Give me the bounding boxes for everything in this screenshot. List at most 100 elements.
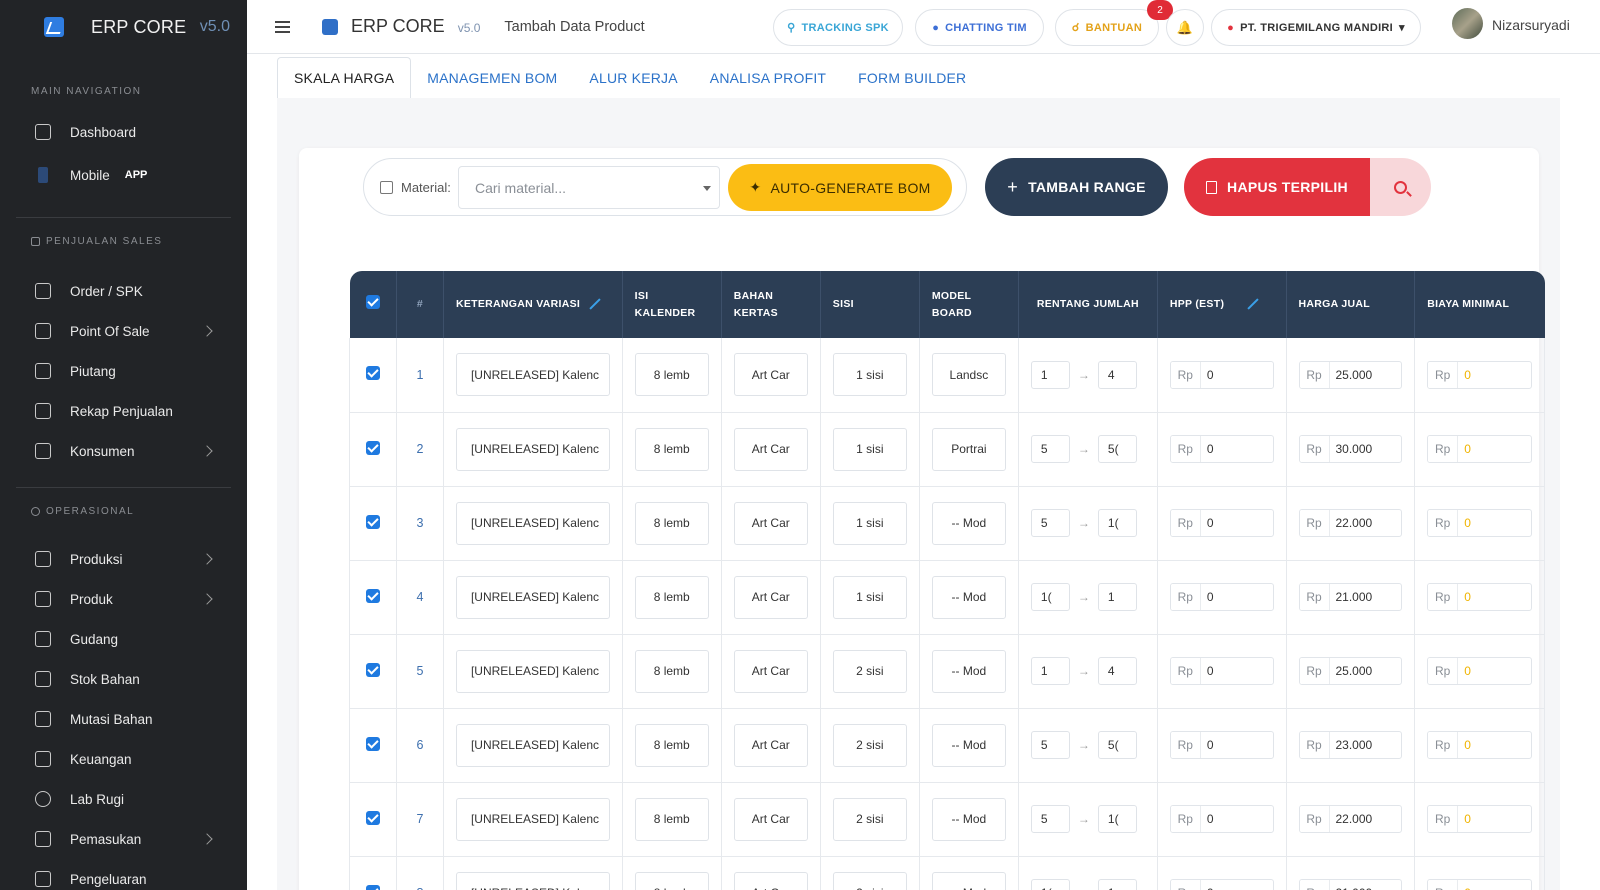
notification-button[interactable]: 🔔 — [1166, 9, 1204, 46]
harga-jual-input[interactable]: 22.000 — [1330, 510, 1402, 536]
biaya-minimal-input[interactable]: 0 — [1458, 806, 1531, 832]
sidebar-item-produksi[interactable]: Produksi — [0, 539, 247, 579]
model-board-select[interactable]: -- Mod — [931, 649, 1006, 693]
chatting-tim-button[interactable]: ● CHATTING TIM — [915, 9, 1044, 46]
harga-jual-input[interactable]: 25.000 — [1330, 362, 1402, 388]
sidebar-item-piutang[interactable]: Piutang — [0, 351, 247, 391]
avatar[interactable] — [1452, 8, 1483, 39]
sisi-select[interactable]: 1 sisi — [832, 575, 907, 619]
biaya-minimal-input[interactable]: 0 — [1458, 362, 1531, 388]
bahan-kertas-select[interactable]: Art Car — [733, 797, 808, 841]
keterangan-input[interactable]: [UNRELEASED] Kalenc — [455, 427, 610, 471]
hpp-input[interactable]: 0 — [1201, 362, 1273, 388]
row-checkbox[interactable] — [366, 662, 380, 677]
sidebar-item-gudang[interactable]: Gudang — [0, 619, 247, 659]
model-board-select[interactable]: -- Mod — [931, 797, 1006, 841]
row-checkbox[interactable] — [366, 440, 380, 455]
sidebar-item-mobile[interactable]: Mobile APP — [0, 155, 247, 195]
model-board-select[interactable]: Landsc — [931, 353, 1006, 397]
row-checkbox[interactable] — [366, 514, 380, 529]
biaya-minimal-input[interactable]: 0 — [1458, 732, 1531, 758]
tab-managemen-bom[interactable]: MANAGEMEN BOM — [411, 57, 573, 99]
bahan-kertas-select[interactable]: Art Car — [733, 501, 808, 545]
row-checkbox[interactable] — [366, 588, 380, 603]
range-from-input[interactable]: 1( — [1030, 583, 1070, 611]
harga-jual-input[interactable]: 21.000 — [1330, 584, 1402, 610]
range-from-input[interactable]: 5 — [1030, 731, 1070, 759]
range-from-input[interactable]: 1 — [1030, 657, 1070, 685]
biaya-minimal-input[interactable]: 0 — [1458, 584, 1531, 610]
harga-jual-input[interactable]: 23.000 — [1330, 732, 1402, 758]
bahan-kertas-select[interactable]: Art Car — [733, 427, 808, 471]
bahan-kertas-select[interactable]: Art Car — [733, 649, 808, 693]
hpp-input[interactable]: 0 — [1201, 732, 1273, 758]
hamburger-menu-icon[interactable] — [275, 20, 290, 33]
row-checkbox[interactable] — [366, 366, 380, 381]
row-checkbox[interactable] — [366, 810, 380, 825]
keterangan-input[interactable]: [UNRELEASED] Kalenc — [455, 871, 610, 890]
sisi-select[interactable]: 2 sisi — [832, 871, 907, 890]
hpp-input[interactable]: 0 — [1201, 658, 1273, 684]
tab-skala-harga[interactable]: SKALA HARGA — [277, 57, 412, 99]
tab-alur-kerja[interactable]: ALUR KERJA — [573, 57, 693, 99]
keterangan-input[interactable]: [UNRELEASED] Kalenc — [455, 649, 610, 693]
keterangan-input[interactable]: [UNRELEASED] Kalenc — [455, 501, 610, 545]
hpp-input[interactable]: 0 — [1201, 584, 1273, 610]
sidebar-item-produk[interactable]: Produk — [0, 579, 247, 619]
bahan-kertas-select[interactable]: Art Car — [733, 871, 808, 890]
range-from-input[interactable]: 5 — [1030, 805, 1070, 833]
hpp-input[interactable]: 0 — [1201, 510, 1273, 536]
sisi-select[interactable]: 2 sisi — [832, 797, 907, 841]
keterangan-input[interactable]: [UNRELEASED] Kalenc — [455, 353, 610, 397]
keterangan-input[interactable]: [UNRELEASED] Kalenc — [455, 797, 610, 841]
tracking-spk-button[interactable]: ⚲ TRACKING SPK — [773, 9, 903, 46]
range-from-input[interactable]: 5 — [1030, 435, 1070, 463]
material-search-select[interactable]: Cari material... — [458, 166, 720, 209]
sidebar-item-konsumen[interactable]: Konsumen — [0, 431, 247, 471]
sidebar-item-lab-rugi[interactable]: Lab Rugi — [0, 779, 247, 819]
range-to-input[interactable]: 1( — [1097, 509, 1137, 537]
isi-kalender-select[interactable]: 8 lemb — [634, 501, 709, 545]
biaya-minimal-input[interactable]: 0 — [1458, 658, 1531, 684]
isi-kalender-select[interactable]: 8 lemb — [634, 353, 709, 397]
range-to-input[interactable]: 5( — [1097, 435, 1137, 463]
range-to-input[interactable]: 1( — [1097, 805, 1137, 833]
bahan-kertas-select[interactable]: Art Car — [733, 723, 808, 767]
range-to-input[interactable]: 1 — [1097, 583, 1137, 611]
sisi-select[interactable]: 2 sisi — [832, 723, 907, 767]
row-checkbox[interactable] — [366, 736, 380, 751]
isi-kalender-select[interactable]: 8 lemb — [634, 797, 709, 841]
search-button[interactable] — [1370, 158, 1431, 216]
model-board-select[interactable]: -- Mod — [931, 501, 1006, 545]
range-from-input[interactable]: 1( — [1030, 879, 1070, 890]
biaya-minimal-input[interactable]: 0 — [1458, 436, 1531, 462]
tab-form-builder[interactable]: FORM BUILDER — [842, 57, 982, 99]
sidebar-item-dashboard[interactable]: Dashboard — [0, 112, 247, 152]
hpp-input[interactable]: 0 — [1201, 806, 1273, 832]
range-to-input[interactable]: 4 — [1097, 360, 1137, 389]
sidebar-brand[interactable]: ERP CORE v5.0 — [0, 0, 247, 54]
row-checkbox[interactable] — [366, 884, 380, 890]
keterangan-input[interactable]: [UNRELEASED] Kalenc — [455, 723, 610, 767]
sisi-select[interactable]: 1 sisi — [832, 353, 907, 397]
harga-jual-input[interactable]: 25.000 — [1330, 658, 1402, 684]
range-from-input[interactable]: 5 — [1030, 509, 1070, 537]
company-selector[interactable]: ● PT. TRIGEMILANG MANDIRI ▾ — [1211, 9, 1421, 46]
range-to-input[interactable]: 1 — [1097, 879, 1137, 890]
biaya-minimal-input[interactable]: 0 — [1458, 880, 1531, 890]
bahan-kertas-select[interactable]: Art Car — [733, 353, 808, 397]
bahan-kertas-select[interactable]: Art Car — [733, 575, 808, 619]
biaya-minimal-input[interactable]: 0 — [1458, 510, 1531, 536]
delete-selected-button[interactable]: HAPUS TERPILIH — [1184, 158, 1370, 216]
bantuan-button[interactable]: ☌ BANTUAN — [1055, 9, 1159, 46]
harga-jual-input[interactable]: 22.000 — [1330, 806, 1402, 832]
sidebar-item-stok-bahan[interactable]: Stok Bahan — [0, 659, 247, 699]
select-all-checkbox[interactable] — [365, 294, 380, 309]
select-all-header[interactable] — [349, 271, 397, 338]
isi-kalender-select[interactable]: 8 lemb — [634, 723, 709, 767]
magic-wand-icon[interactable] — [1247, 298, 1259, 310]
harga-jual-input[interactable]: 30.000 — [1330, 436, 1402, 462]
magic-wand-icon[interactable] — [589, 298, 601, 310]
isi-kalender-select[interactable]: 8 lemb — [634, 649, 709, 693]
sidebar-item-point-of-sale[interactable]: Point Of Sale — [0, 311, 247, 351]
